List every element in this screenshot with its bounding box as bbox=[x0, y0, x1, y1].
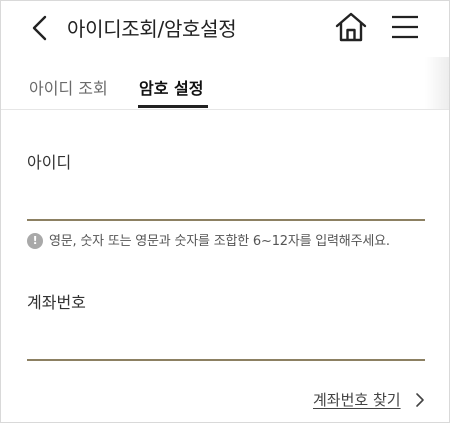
find-account-number-link[interactable]: 계좌번호 찾기 bbox=[313, 389, 401, 410]
id-label: 아이디 bbox=[27, 153, 72, 172]
tab-id-lookup[interactable]: 아이디 조회 bbox=[29, 75, 108, 99]
account-number-label: 계좌번호 bbox=[27, 293, 86, 312]
hamburger-menu-icon[interactable] bbox=[391, 13, 419, 41]
chevron-right-icon[interactable] bbox=[414, 392, 426, 408]
page: 아이디조회/암호설정 아이디 조회 암호 설정 아이디 영문, 숫자 또는 영문… bbox=[0, 0, 450, 423]
account-number-input[interactable] bbox=[27, 325, 425, 361]
tab-password-setting[interactable]: 암호 설정 bbox=[139, 75, 203, 99]
chevron-left-icon[interactable] bbox=[29, 14, 51, 42]
id-hint: 영문, 숫자 또는 영문과 숫자를 조합한 6~12자를 입력해주세요. bbox=[27, 230, 390, 250]
tab-bar: 아이디 조회 암호 설정 bbox=[1, 57, 449, 110]
id-input[interactable] bbox=[27, 185, 425, 221]
id-hint-text: 영문, 숫자 또는 영문과 숫자를 조합한 6~12자를 입력해주세요. bbox=[49, 234, 390, 249]
tab-scroll-shadow bbox=[425, 57, 449, 109]
home-icon[interactable] bbox=[334, 10, 368, 44]
active-tab-indicator bbox=[138, 105, 208, 108]
find-account-number-label: 계좌번호 찾기 bbox=[313, 391, 401, 409]
page-title: 아이디조회/암호설정 bbox=[67, 17, 237, 41]
info-icon bbox=[27, 232, 43, 249]
header: 아이디조회/암호설정 bbox=[1, 1, 449, 53]
